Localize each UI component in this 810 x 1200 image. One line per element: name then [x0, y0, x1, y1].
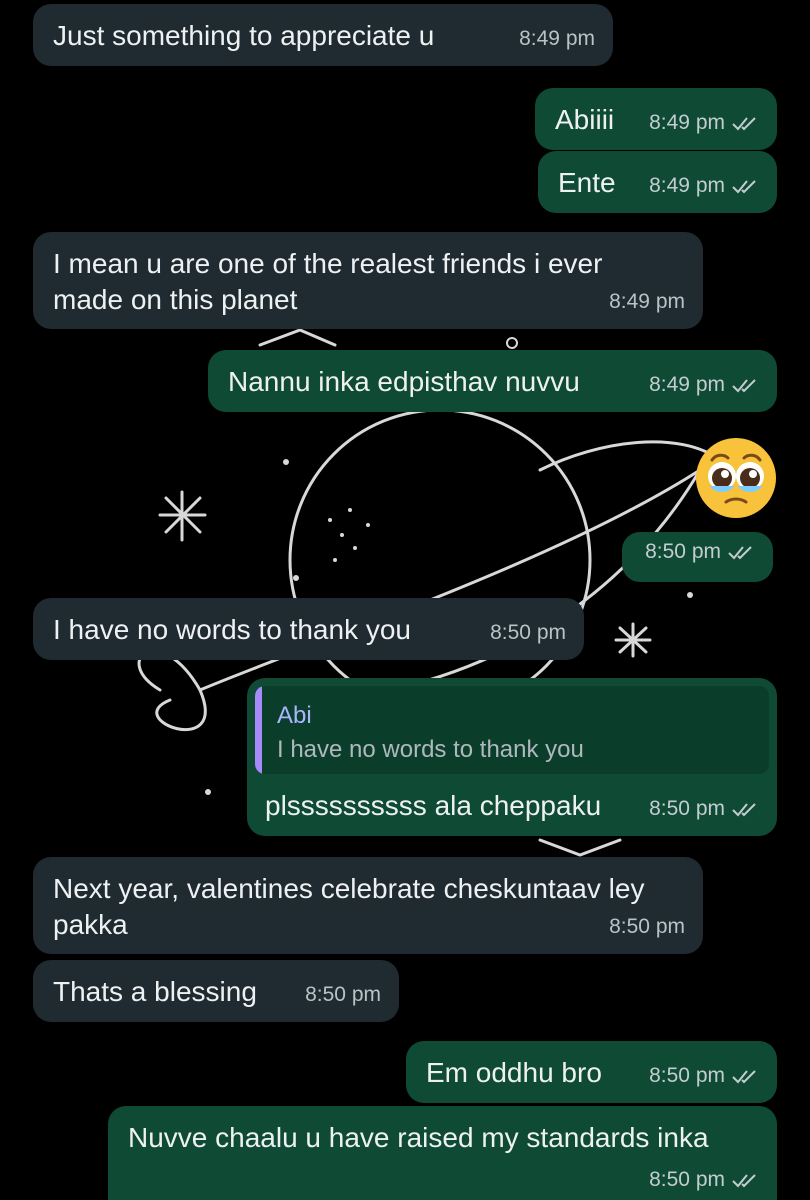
message-bubble-outgoing[interactable]: Nannu inka edpisthav nuvvu 8:49 pm	[208, 350, 777, 412]
double-check-icon	[732, 803, 756, 817]
message-text: Next year, valentines celebrate cheskunt…	[53, 873, 645, 940]
message-text: Abiiii	[555, 104, 615, 135]
quoted-sender-name: Abi	[277, 702, 312, 729]
double-check-icon	[732, 379, 756, 393]
message-text: I have no words to thank you	[53, 614, 411, 645]
message-text: Thats a blessing	[53, 976, 257, 1007]
message-timestamp: 8:50 pm	[305, 983, 381, 1006]
message-bubble-incoming[interactable]: I have no words to thank you 8:50 pm	[33, 598, 584, 660]
message-bubble-outgoing[interactable]: 8:50 pm	[622, 532, 773, 582]
message-text: Nuvve chaalu u have raised my standards …	[128, 1122, 709, 1153]
message-timestamp: 8:50 pm	[649, 791, 759, 827]
message-text: Em oddhu bro	[426, 1057, 602, 1088]
message-bubble-incoming[interactable]: Just something to appreciate u 8:49 pm	[33, 4, 613, 66]
double-check-icon	[732, 1070, 756, 1084]
message-bubble-incoming[interactable]: Thats a blessing 8:50 pm	[33, 960, 399, 1022]
message-timestamp: 8:50 pm	[609, 915, 685, 938]
message-text: Nannu inka edpisthav nuvvu	[228, 366, 580, 397]
message-timestamp: 8:49 pm	[649, 168, 759, 204]
message-timestamp: 8:50 pm	[490, 621, 566, 644]
message-text: plssssssssss ala cheppaku	[265, 790, 602, 821]
message-text: I mean u are one of the realest friends …	[53, 248, 603, 315]
message-timestamp: 8:49 pm	[609, 290, 685, 313]
message-bubble-outgoing[interactable]: Em oddhu bro 8:50 pm	[406, 1041, 777, 1103]
double-check-icon	[732, 117, 756, 131]
message-bubble-incoming[interactable]: Next year, valentines celebrate cheskunt…	[33, 857, 703, 954]
message-timestamp: 8:49 pm	[519, 27, 595, 50]
message-bubble-incoming[interactable]: I mean u are one of the realest friends …	[33, 232, 703, 329]
message-timestamp: 8:49 pm	[649, 105, 759, 141]
message-bubble-outgoing[interactable]: Abiiii 8:49 pm	[535, 88, 777, 150]
pleading-face-with-tears-emoji[interactable]	[694, 436, 778, 520]
quote-accent-bar	[255, 686, 262, 774]
quoted-message[interactable]: Abi I have no words to thank you	[255, 686, 769, 774]
message-bubble-outgoing[interactable]: Ente 8:49 pm	[538, 151, 777, 213]
message-timestamp: 8:50 pm	[645, 534, 755, 570]
message-text: Just something to appreciate u	[53, 20, 435, 51]
message-text: Ente	[558, 167, 616, 198]
double-check-icon	[732, 180, 756, 194]
quoted-text: I have no words to thank you	[277, 736, 584, 763]
message-timestamp: 8:50 pm	[649, 1058, 759, 1094]
message-bubble-outgoing-reply[interactable]: Abi I have no words to thank you plsssss…	[247, 678, 777, 836]
double-check-icon	[732, 1174, 756, 1188]
double-check-icon	[728, 546, 752, 560]
message-bubble-outgoing[interactable]: Nuvve chaalu u have raised my standards …	[108, 1106, 777, 1200]
message-timestamp: 8:49 pm	[649, 367, 759, 403]
message-timestamp: 8:50 pm	[649, 1162, 759, 1198]
